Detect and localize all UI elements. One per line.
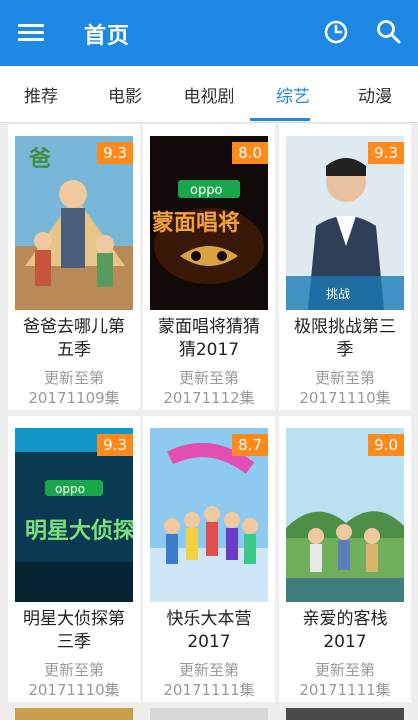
search-icon[interactable] bbox=[375, 18, 403, 46]
tab-movies[interactable]: 电影 bbox=[90, 82, 160, 107]
show-title[interactable]: 蒙面唱将猜猜 猜2017 bbox=[147, 316, 271, 362]
show-title[interactable]: 快乐大本营 2017 bbox=[147, 608, 271, 654]
tab-anime[interactable]: 动漫 bbox=[340, 82, 410, 107]
show-card[interactable]: 挑战 9.3 极限挑战第三季 更新至第 20171110集 bbox=[279, 124, 411, 410]
show-title[interactable]: 极限挑战第三季 bbox=[283, 316, 407, 362]
svg-text:oppo: oppo bbox=[55, 482, 85, 496]
update-status: 更新至第 20171110集 bbox=[299, 369, 391, 407]
menu-icon[interactable] bbox=[18, 20, 44, 46]
show-title[interactable]: 爸爸去哪儿第 五季 bbox=[12, 316, 136, 362]
svg-text:蒙面唱将: 蒙面唱将 bbox=[152, 210, 240, 236]
show-card[interactable]: oppo 明星大侦探 9.3 明星大侦探第 三季 更新至第 20171110集 bbox=[8, 416, 140, 702]
score-badge: 9.0 bbox=[368, 434, 404, 456]
tab-recommend[interactable]: 推荐 bbox=[6, 82, 76, 107]
svg-text:oppo: oppo bbox=[190, 183, 222, 198]
update-status: 更新至第 20171112集 bbox=[163, 369, 255, 407]
show-title[interactable]: 明星大侦探第 三季 bbox=[12, 608, 136, 654]
score-badge: 8.7 bbox=[232, 434, 268, 456]
clock-icon[interactable] bbox=[322, 18, 350, 46]
show-poster[interactable]: oppo 明星大侦探 9.3 bbox=[15, 428, 133, 602]
show-card[interactable]: oppo 蒙面唱将 8.0 蒙面唱将猜猜 猜2017 更新至第 20171112集 bbox=[143, 124, 275, 410]
show-poster[interactable]: 8.7 bbox=[150, 428, 268, 602]
page-title: 首页 bbox=[84, 24, 131, 49]
update-status: 更新至第 20171109集 bbox=[28, 369, 120, 407]
score-badge: 9.3 bbox=[97, 142, 133, 164]
show-poster[interactable] bbox=[150, 708, 268, 720]
show-poster[interactable] bbox=[286, 708, 404, 720]
show-card[interactable]: 9.0 亲爱的客栈 2017 更新至第 20171111集 bbox=[279, 416, 411, 702]
tab-tv-series[interactable]: 电视剧 bbox=[174, 82, 244, 107]
show-title[interactable]: 亲爱的客栈 2017 bbox=[283, 608, 407, 654]
update-status: 更新至第 20171111集 bbox=[163, 661, 255, 699]
svg-text:挑战: 挑战 bbox=[326, 287, 350, 301]
svg-text:爸: 爸 bbox=[28, 146, 51, 172]
show-card[interactable]: 爸 9.3 爸爸去哪儿第 五季 更新至第 20171109集 bbox=[8, 124, 140, 410]
update-status: 更新至第 20171110集 bbox=[28, 661, 120, 699]
show-poster[interactable]: 爸 9.3 bbox=[15, 136, 133, 310]
show-poster[interactable]: 9.0 bbox=[286, 428, 404, 602]
next-row-peek bbox=[0, 708, 418, 720]
tab-variety[interactable]: 综艺 bbox=[258, 82, 328, 107]
score-badge: 9.3 bbox=[97, 434, 133, 456]
show-poster[interactable]: oppo 蒙面唱将 8.0 bbox=[150, 136, 268, 310]
score-badge: 8.0 bbox=[232, 142, 268, 164]
active-tab-indicator bbox=[250, 118, 310, 121]
score-badge: 9.3 bbox=[368, 142, 404, 164]
app-bar: 首页 bbox=[0, 0, 418, 66]
update-status: 更新至第 20171111集 bbox=[299, 661, 391, 699]
svg-text:明星大侦探: 明星大侦探 bbox=[25, 518, 133, 544]
show-card[interactable]: 8.7 快乐大本营 2017 更新至第 20171111集 bbox=[143, 416, 275, 702]
category-tabs: 推荐 电影 电视剧 综艺 动漫 bbox=[0, 66, 418, 123]
show-poster[interactable] bbox=[15, 708, 133, 720]
show-poster[interactable]: 挑战 9.3 bbox=[286, 136, 404, 310]
